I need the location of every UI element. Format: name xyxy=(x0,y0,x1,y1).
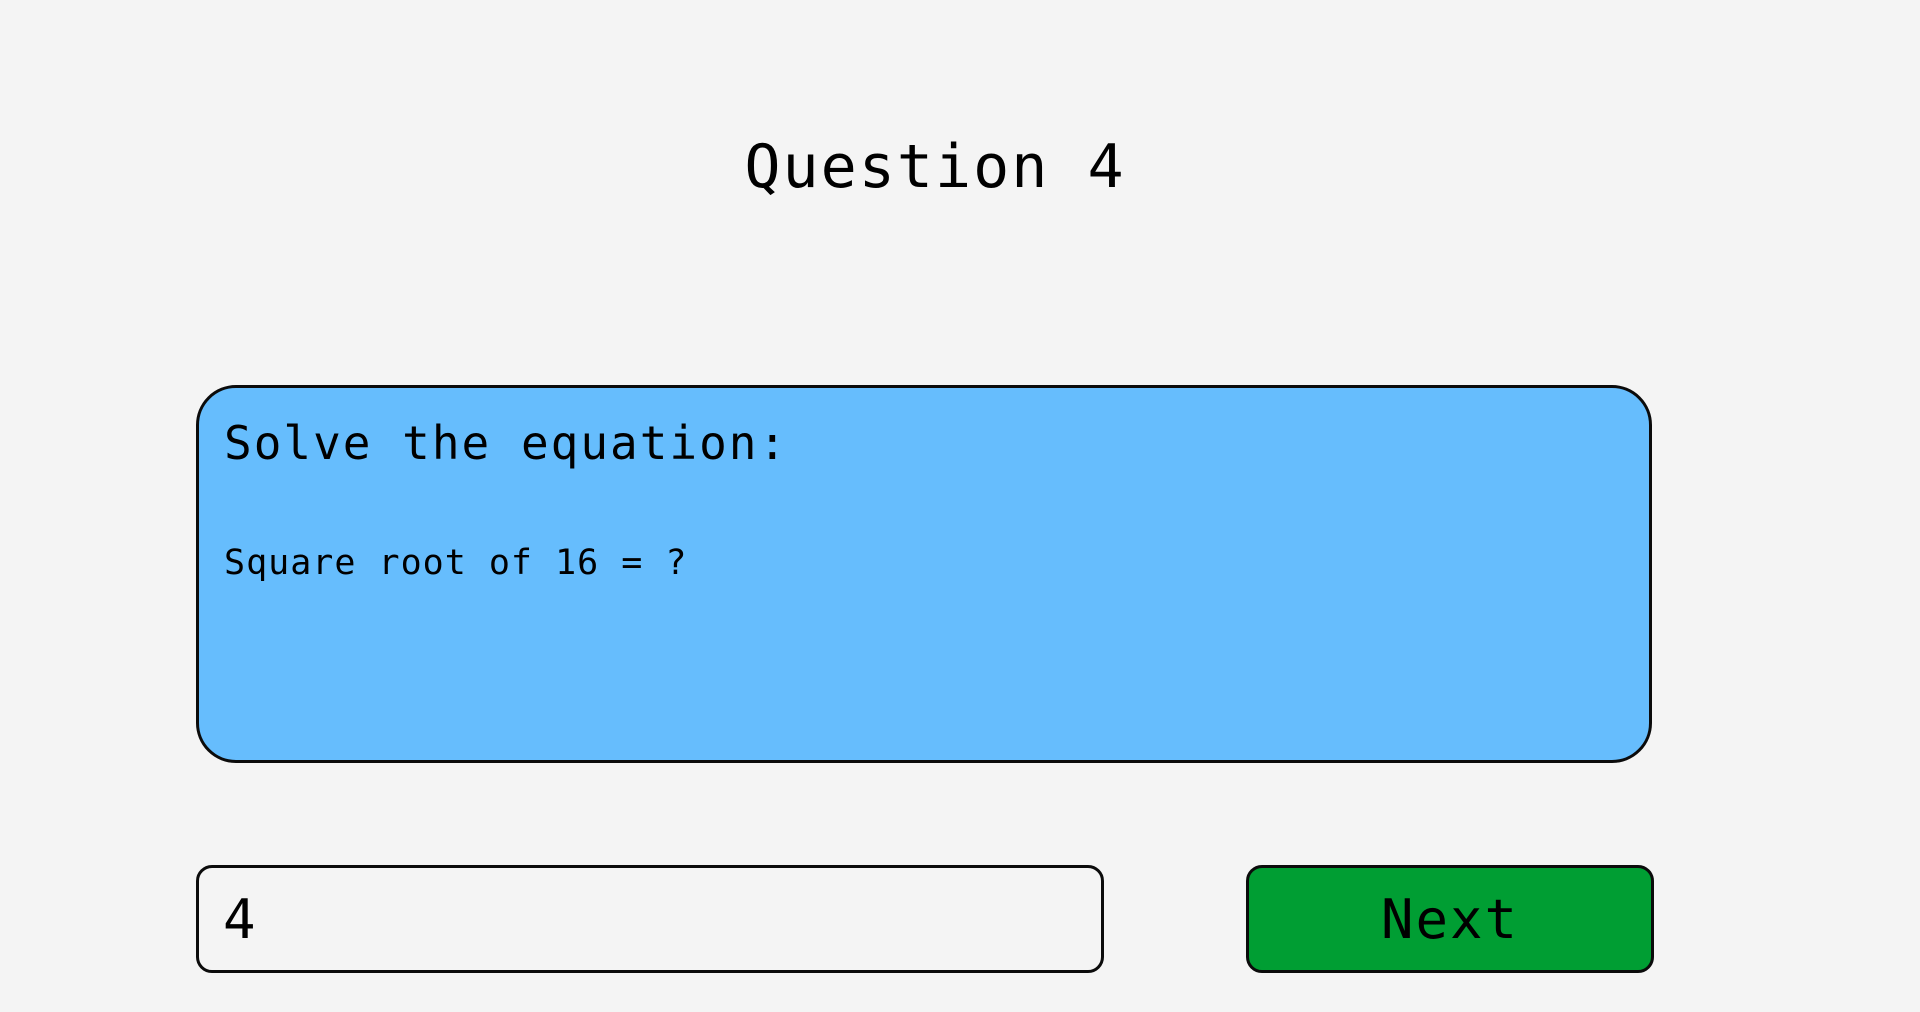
question-text: Square root of 16 = ? xyxy=(224,543,688,583)
next-button[interactable]: Next xyxy=(1246,865,1654,973)
question-panel: Solve the equation: Square root of 16 = … xyxy=(196,385,1652,763)
question-title: Question 4 xyxy=(744,132,1126,202)
quiz-page: Question 4 Solve the equation: Square ro… xyxy=(0,0,1920,1012)
answer-input[interactable] xyxy=(196,865,1104,973)
question-heading: Solve the equation: xyxy=(224,416,789,470)
